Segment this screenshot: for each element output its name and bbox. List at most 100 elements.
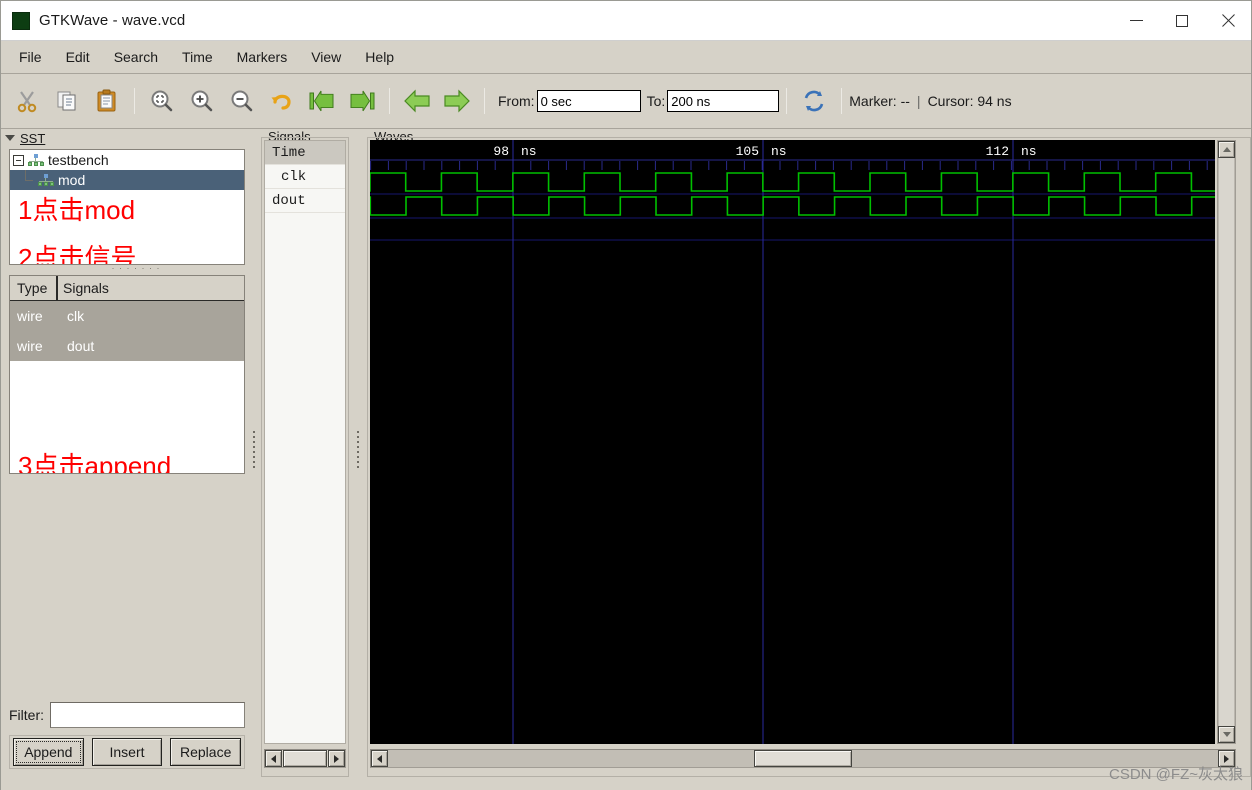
menu-item-view[interactable]: View <box>299 46 353 68</box>
signal-list[interactable]: Type Signals wire clk wire dout 3点击appen… <box>9 275 245 474</box>
zoom-undo-icon <box>271 94 291 110</box>
reload-button[interactable] <box>795 82 833 120</box>
window-controls <box>1113 1 1251 41</box>
scroll-left-icon[interactable] <box>371 750 388 767</box>
menu-item-edit[interactable]: Edit <box>54 46 102 68</box>
scroll-thumb[interactable] <box>754 750 852 767</box>
zoom-fit-button[interactable] <box>143 82 181 120</box>
scroll-up-icon[interactable] <box>1218 141 1235 158</box>
maximize-icon <box>1176 14 1188 27</box>
tree-item-label: mod <box>58 172 86 188</box>
scroll-right-icon[interactable] <box>328 750 345 767</box>
to-input[interactable] <box>667 90 780 112</box>
zoom-out-icon <box>231 90 253 112</box>
append-button[interactable]: Append <box>13 738 84 766</box>
waves-vscrollbar[interactable] <box>1217 140 1236 744</box>
sst-title: SST <box>20 130 46 146</box>
signals-hscrollbar[interactable] <box>264 749 346 768</box>
toolbar: From: To: Marker: -- | Cursor: 94 ns <box>1 74 1251 129</box>
tree-expander-collapse-icon[interactable] <box>13 154 24 166</box>
tree-item-testbench[interactable]: testbench <box>10 150 244 170</box>
insert-button[interactable]: Insert <box>91 738 163 766</box>
svg-text:ns: ns <box>1021 144 1037 159</box>
goto-start-button[interactable] <box>303 82 341 120</box>
signals-pane: Signals Time clk dout <box>261 129 361 790</box>
wave-canvas[interactable]: 98 ns 105 ns 112 ns <box>370 140 1215 744</box>
close-icon <box>1221 14 1235 28</box>
main-body: SST testbench mod 1点击mod 2点击信号 · · · · ·… <box>1 129 1251 790</box>
toolbar-separator-4 <box>786 88 788 114</box>
cut-button[interactable] <box>8 82 46 120</box>
copy-icon <box>57 91 76 111</box>
menu-item-search[interactable]: Search <box>102 46 170 68</box>
wave-signal-time[interactable]: Time <box>265 141 345 165</box>
signal-list-header: Type Signals <box>10 276 244 301</box>
to-label: To: <box>646 93 666 109</box>
menu-bar: File Edit Search Time Markers View Help <box>1 41 1251 74</box>
goto-start-icon <box>309 90 334 112</box>
signal-name: dout <box>67 338 95 354</box>
tree-elbow-icon <box>22 170 38 190</box>
scroll-thumb[interactable] <box>283 750 327 767</box>
signal-type: wire <box>17 338 43 354</box>
hierarchy-icon <box>38 173 54 187</box>
header-type[interactable]: Type <box>10 276 58 300</box>
menu-item-help[interactable]: Help <box>353 46 406 68</box>
copy-button[interactable] <box>48 82 86 120</box>
sst-tree[interactable]: testbench mod 1点击mod 2点击信号 <box>9 149 245 265</box>
svg-text:105: 105 <box>736 144 759 159</box>
scroll-left-icon[interactable] <box>265 750 282 767</box>
hscroll-track-right[interactable] <box>852 750 1218 767</box>
paste-button[interactable] <box>88 82 126 120</box>
action-button-row: Append Insert Replace <box>9 735 245 769</box>
zoom-in-button[interactable] <box>183 82 221 120</box>
gtkwave-app-icon <box>12 11 30 30</box>
minimize-button[interactable] <box>1113 1 1159 41</box>
header-signals[interactable]: Signals <box>58 276 244 300</box>
hscroll-track-left[interactable] <box>388 750 754 767</box>
waveform-plot: 98 ns 105 ns 112 ns <box>370 140 1215 744</box>
maximize-button[interactable] <box>1159 1 1205 41</box>
filter-label: Filter: <box>9 707 44 723</box>
zoom-in-icon <box>191 90 213 112</box>
gtkwave-window: GTKWave - wave.vcd File Edit Search Time… <box>0 0 1252 790</box>
zoom-undo-button[interactable] <box>263 82 301 120</box>
next-edge-button[interactable] <box>438 82 476 120</box>
sst-pane-grip[interactable]: · · · · · · · <box>111 264 161 273</box>
toolbar-separator-3 <box>484 88 485 114</box>
toolbar-separator-1 <box>134 88 135 114</box>
goto-end-button[interactable] <box>343 82 381 120</box>
signal-name: clk <box>67 308 85 324</box>
wave-signal-dout[interactable]: dout <box>265 189 345 213</box>
left-pane-splitter[interactable] <box>249 429 258 469</box>
vscroll-track[interactable] <box>1218 158 1235 726</box>
waves-hscrollbar[interactable] <box>370 749 1236 768</box>
from-input[interactable] <box>536 90 641 112</box>
menu-item-markers[interactable]: Markers <box>225 46 300 68</box>
prev-edge-button[interactable] <box>398 82 436 120</box>
zoom-out-button[interactable] <box>223 82 261 120</box>
signal-row-clk[interactable]: wire clk <box>10 301 244 331</box>
replace-button[interactable]: Replace <box>170 738 242 766</box>
signal-row-dout[interactable]: wire dout <box>10 331 244 361</box>
waves-pane: Waves 98 ns 105 ns 112 ns <box>367 129 1251 790</box>
svg-text:ns: ns <box>521 144 537 159</box>
scroll-down-icon[interactable] <box>1218 726 1235 743</box>
menu-item-file[interactable]: File <box>7 46 54 68</box>
tree-item-mod[interactable]: mod <box>10 170 244 190</box>
annotation-step-1: 1点击mod <box>18 195 136 225</box>
paste-icon <box>97 89 116 112</box>
close-button[interactable] <box>1205 1 1251 41</box>
scroll-right-icon[interactable] <box>1218 750 1235 767</box>
waveform-signal-names[interactable]: Time clk dout <box>264 140 346 744</box>
sst-header[interactable]: SST <box>5 129 45 147</box>
filter-input[interactable] <box>50 702 245 728</box>
cursor-status: Cursor: 94 ns <box>927 93 1012 109</box>
window-title: GTKWave - wave.vcd <box>39 12 186 29</box>
annotation-step-3: 3点击append <box>18 451 172 474</box>
left-column: SST testbench mod 1点击mod 2点击信号 · · · · ·… <box>1 129 251 790</box>
menu-item-time[interactable]: Time <box>170 46 225 68</box>
tree-item-label: testbench <box>48 152 109 168</box>
waves-frame: 98 ns 105 ns 112 ns <box>367 137 1251 777</box>
wave-signal-clk[interactable]: clk <box>265 165 345 189</box>
